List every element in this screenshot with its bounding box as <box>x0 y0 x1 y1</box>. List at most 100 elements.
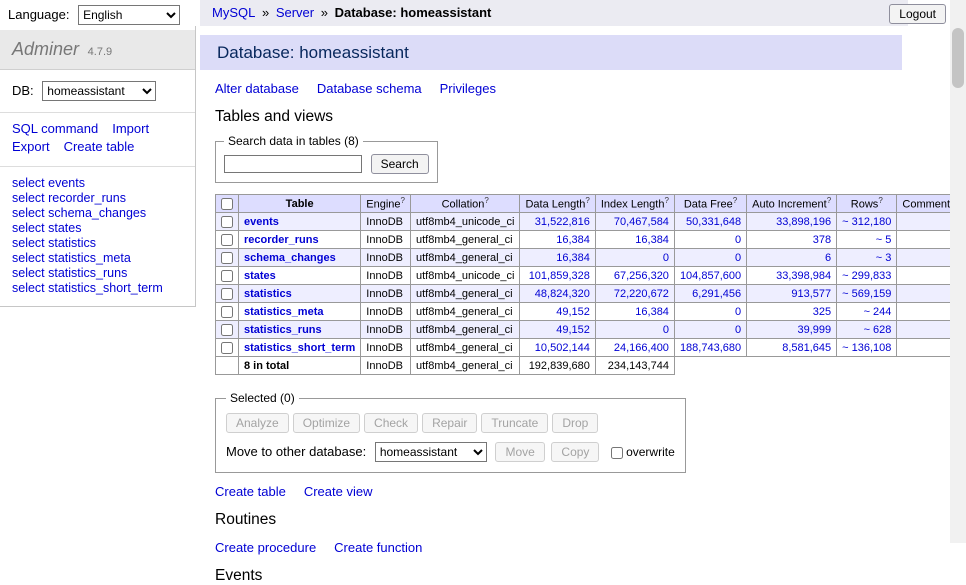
sidebar-link-create-table[interactable]: Create table <box>64 139 135 154</box>
row-checkbox-statistics-runs[interactable] <box>221 324 233 336</box>
index-length-link[interactable]: 16,384 <box>635 306 669 318</box>
index-length-link[interactable]: 16,384 <box>635 234 669 246</box>
table-name-cell: events <box>239 213 361 231</box>
table-row-statistics-runs: statistics_runsInnoDButf8mb4_general_ci4… <box>216 321 961 339</box>
select-all-checkbox[interactable] <box>221 198 233 210</box>
auto-increment-link[interactable]: 325 <box>813 306 831 318</box>
sidebar-select-states[interactable]: select states <box>12 221 183 236</box>
table-link-schema-changes[interactable]: schema_changes <box>244 252 336 264</box>
create-procedure-link[interactable]: Create procedure <box>215 540 316 555</box>
scrollbar-thumb[interactable] <box>952 28 964 88</box>
search-input[interactable] <box>224 155 362 173</box>
index-length-link[interactable]: 24,166,400 <box>614 342 669 354</box>
data-free-link[interactable]: 6,291,456 <box>692 288 741 300</box>
auto-increment-link[interactable]: 39,999 <box>798 324 832 336</box>
data-length-link[interactable]: 49,152 <box>556 306 590 318</box>
auto-increment-link[interactable]: 33,398,984 <box>776 270 831 282</box>
table-link-statistics[interactable]: statistics <box>244 288 292 300</box>
table-link-recorder-runs[interactable]: recorder_runs <box>244 234 319 246</box>
repair-button: Repair <box>422 413 477 433</box>
scrollbar[interactable] <box>950 0 966 543</box>
privileges-link[interactable]: Privileges <box>440 81 496 96</box>
help-link[interactable]: ? <box>878 196 882 205</box>
auto-increment-link[interactable]: 33,898,196 <box>776 216 831 228</box>
data-free-link[interactable]: 0 <box>735 306 741 318</box>
sidebar-select-statistics-short-term[interactable]: select statistics_short_term <box>12 281 183 296</box>
table-link-states[interactable]: states <box>244 270 276 282</box>
language-select[interactable]: English <box>78 5 180 25</box>
rows-link[interactable]: ~ 5 <box>876 234 892 246</box>
rows-link[interactable]: ~ 312,180 <box>842 216 891 228</box>
search-button[interactable]: Search <box>371 154 429 174</box>
row-checkbox-events[interactable] <box>221 216 233 228</box>
alter-database-link[interactable]: Alter database <box>215 81 299 96</box>
index-length-link[interactable]: 67,256,320 <box>614 270 669 282</box>
data-free-link[interactable]: 50,331,648 <box>686 216 741 228</box>
rows-link[interactable]: ~ 569,159 <box>842 288 891 300</box>
sidebar-select-statistics-meta[interactable]: select statistics_meta <box>12 251 183 266</box>
rows-link[interactable]: ~ 136,108 <box>842 342 891 354</box>
rows-link[interactable]: ~ 3 <box>876 252 892 264</box>
sidebar-select-recorder-runs[interactable]: select recorder_runs <box>12 191 183 206</box>
auto-increment-link[interactable]: 378 <box>813 234 831 246</box>
sidebar-select-events[interactable]: select events <box>12 176 183 191</box>
breadcrumb-link-server[interactable]: Server <box>276 5 314 20</box>
sidebar-select-statistics[interactable]: select statistics <box>12 236 183 251</box>
table-link-statistics-meta[interactable]: statistics_meta <box>244 306 324 318</box>
row-checkbox-statistics-meta[interactable] <box>221 306 233 318</box>
data-free-cell: 0 <box>674 231 746 249</box>
data-free-link[interactable]: 104,857,600 <box>680 270 741 282</box>
create-view-link[interactable]: Create view <box>304 484 373 499</box>
db-select[interactable]: homeassistant <box>42 81 156 101</box>
breadcrumb-link-mysql[interactable]: MySQL <box>212 5 255 20</box>
help-link[interactable]: ? <box>733 196 737 205</box>
logout-button[interactable]: Logout <box>889 4 946 24</box>
create-table-link[interactable]: Create table <box>215 484 286 499</box>
move-db-select[interactable]: homeassistant <box>375 442 487 462</box>
row-checkbox-statistics-short-term[interactable] <box>221 342 233 354</box>
help-link[interactable]: ? <box>401 196 405 205</box>
table-link-events[interactable]: events <box>244 216 279 228</box>
data-length-link[interactable]: 16,384 <box>556 234 590 246</box>
table-link-statistics-short-term[interactable]: statistics_short_term <box>244 342 355 354</box>
row-checkbox-states[interactable] <box>221 270 233 282</box>
auto-increment-link[interactable]: 913,577 <box>791 288 831 300</box>
sidebar-select-statistics-runs[interactable]: select statistics_runs <box>12 266 183 281</box>
data-free-link[interactable]: 188,743,680 <box>680 342 741 354</box>
sidebar-select-schema-changes[interactable]: select schema_changes <box>12 206 183 221</box>
help-link[interactable]: ? <box>664 196 668 205</box>
rows-link[interactable]: ~ 299,833 <box>842 270 891 282</box>
help-link[interactable]: ? <box>827 196 831 205</box>
index-length-link[interactable]: 0 <box>663 252 669 264</box>
data-free-link[interactable]: 0 <box>735 252 741 264</box>
data-length-link[interactable]: 49,152 <box>556 324 590 336</box>
auto-increment-link[interactable]: 8,581,645 <box>782 342 831 354</box>
index-length-link[interactable]: 0 <box>663 324 669 336</box>
data-length-link[interactable]: 10,502,144 <box>535 342 590 354</box>
overwrite-checkbox[interactable] <box>611 447 623 459</box>
adminer-logo-link[interactable]: Adminer <box>12 39 79 59</box>
row-checkbox-schema-changes[interactable] <box>221 252 233 264</box>
row-checkbox-statistics[interactable] <box>221 288 233 300</box>
sidebar-link-import[interactable]: Import <box>112 121 149 136</box>
help-link[interactable]: ? <box>484 196 488 205</box>
data-length-link[interactable]: 31,522,816 <box>535 216 590 228</box>
auto-increment-link[interactable]: 6 <box>825 252 831 264</box>
data-free-link[interactable]: 0 <box>735 324 741 336</box>
data-length-link[interactable]: 101,859,328 <box>529 270 590 282</box>
data-length-link[interactable]: 48,824,320 <box>535 288 590 300</box>
sidebar-link-export[interactable]: Export <box>12 139 50 154</box>
index-length-link[interactable]: 70,467,584 <box>614 216 669 228</box>
rows-link[interactable]: ~ 244 <box>864 306 892 318</box>
selected-fieldset: Selected (0) AnalyzeOptimizeCheckRepairT… <box>215 391 686 473</box>
sidebar-link-sql-command[interactable]: SQL command <box>12 121 98 136</box>
row-checkbox-recorder-runs[interactable] <box>221 234 233 246</box>
rows-link[interactable]: ~ 628 <box>864 324 892 336</box>
help-link[interactable]: ? <box>585 196 589 205</box>
create-function-link[interactable]: Create function <box>334 540 422 555</box>
data-free-link[interactable]: 0 <box>735 234 741 246</box>
table-link-statistics-runs[interactable]: statistics_runs <box>244 324 322 336</box>
index-length-link[interactable]: 72,220,672 <box>614 288 669 300</box>
data-length-link[interactable]: 16,384 <box>556 252 590 264</box>
database-schema-link[interactable]: Database schema <box>317 81 422 96</box>
